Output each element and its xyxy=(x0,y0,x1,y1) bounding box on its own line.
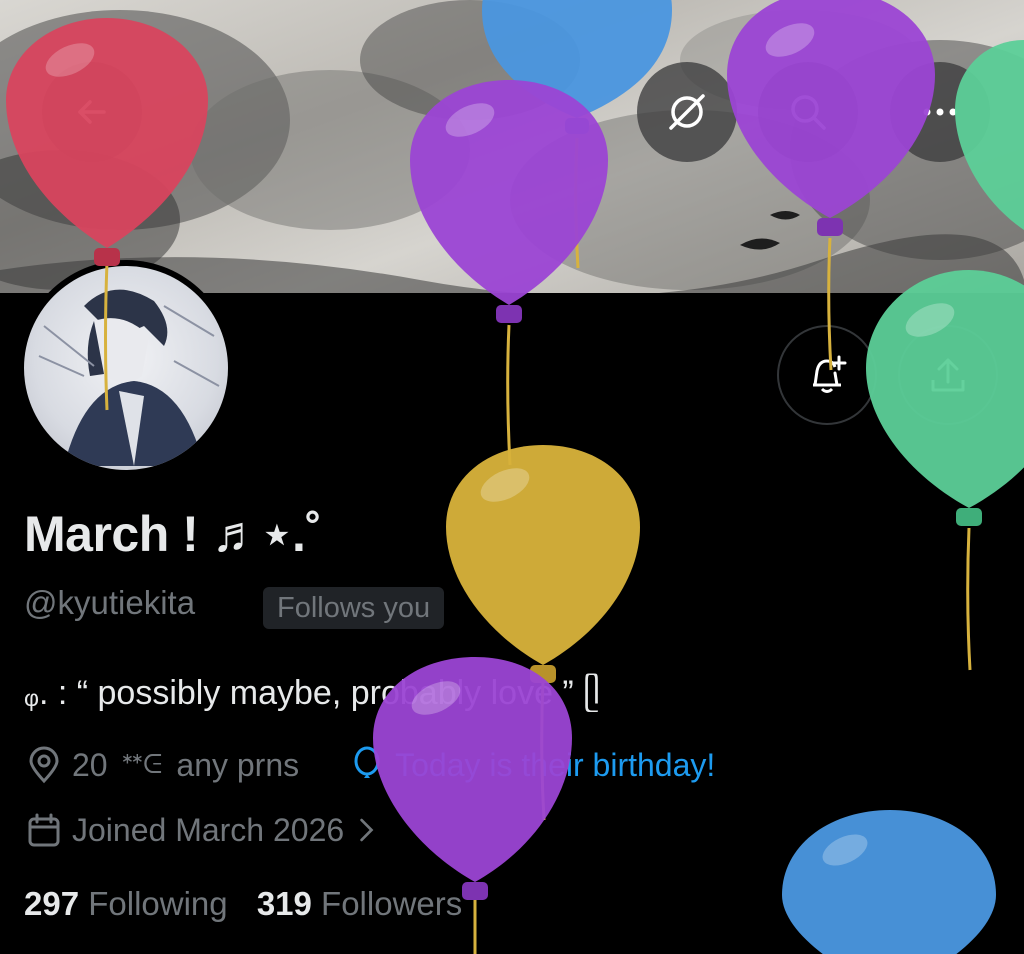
pronouns-text: any prns xyxy=(176,746,300,783)
following-link[interactable]: 297 Following xyxy=(24,885,228,922)
more-button[interactable] xyxy=(890,62,990,162)
share-upload-icon xyxy=(931,358,965,392)
display-name: March ! ♬⋆.˚ xyxy=(24,506,322,562)
calendar-icon xyxy=(28,813,60,847)
grok-slash-circle-icon xyxy=(669,94,705,130)
bell-plus-icon xyxy=(813,355,847,393)
avatar[interactable] xyxy=(18,260,234,476)
follows-you-badge: Follows you xyxy=(263,587,445,629)
profile-meta-joined: Joined March 2026 xyxy=(24,810,376,850)
birthday-text: Today is their birthday! xyxy=(395,746,716,783)
map-pin-icon xyxy=(29,746,59,784)
profile-banner xyxy=(0,0,1024,293)
chevron-right-icon[interactable] xyxy=(358,816,376,844)
pronoun-glyphs: ᕯᕮ xyxy=(121,749,163,779)
profile-meta-location: 20 ᕯᕮ any prns Today is their birthday! xyxy=(24,745,715,785)
arrow-left-icon xyxy=(78,100,106,124)
user-handle: @kyutiekita xyxy=(24,584,196,621)
ink-painting-banner xyxy=(0,0,1024,293)
balloon-blue-lower xyxy=(782,810,996,954)
notifications-button[interactable] xyxy=(777,325,877,425)
followers-count: 319 xyxy=(256,885,312,922)
followers-label: Followers xyxy=(321,885,463,922)
search-icon xyxy=(791,95,826,130)
more-dots-icon xyxy=(923,108,957,116)
balloon-icon xyxy=(354,746,380,778)
search-button[interactable] xyxy=(758,62,858,162)
balloon-yellow xyxy=(446,445,640,683)
joined-text: Joined March 2026 xyxy=(72,811,345,848)
location-text: 20 xyxy=(72,746,108,783)
grok-button[interactable] xyxy=(637,62,737,162)
following-label: Following xyxy=(88,885,228,922)
follow-stats: 297 Following 319 Followers xyxy=(24,885,462,923)
avatar-image xyxy=(24,266,228,470)
following-count: 297 xyxy=(24,885,80,922)
bio-text: ᵩ. : “ possibly maybe, probably love ” ᥫ xyxy=(24,674,601,712)
back-button[interactable] xyxy=(42,62,142,162)
share-button[interactable] xyxy=(898,325,998,425)
followers-link[interactable]: 319 Followers xyxy=(257,885,462,922)
